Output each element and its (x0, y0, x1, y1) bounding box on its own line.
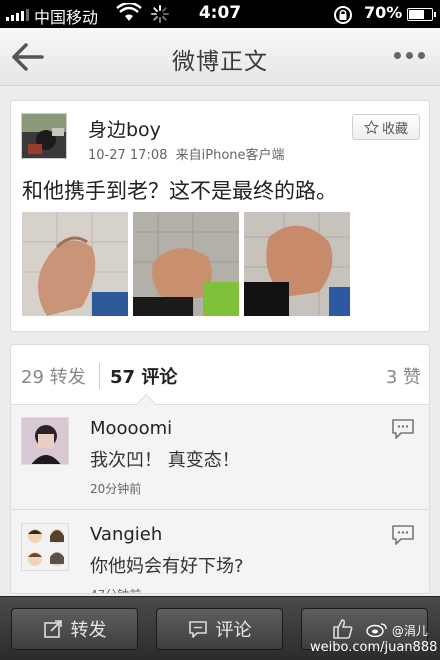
watermark-handle-text: @涓儿 (391, 624, 428, 638)
comment-author[interactable]: Moooomi (90, 418, 172, 439)
comment-time: 47分钟前 (90, 586, 141, 593)
post-photo-1[interactable] (22, 212, 128, 316)
more-icon (394, 52, 401, 59)
battery-icon (407, 8, 436, 21)
post-photo-2[interactable] (133, 212, 239, 316)
favorite-label: 收藏 (381, 121, 408, 137)
post-time: 10-27 17:08 (88, 148, 168, 163)
tab-likes[interactable]: 3 赞 (386, 363, 421, 389)
list-item[interactable]: Vangieh 你他妈会有好下场? 47分钟前 (11, 511, 429, 593)
comment-time: 20分钟前 (90, 482, 142, 496)
comment-list: Moooomi 我次凹！ 真变态！ 20分钟前 Vangieh 你他妈会有好下场… (11, 405, 429, 593)
post-source: 来自iPhone客户端 (175, 148, 285, 163)
post-photo-3[interactable] (244, 212, 350, 316)
page-title: 微博正文 (172, 49, 268, 75)
watermark-handle: @涓儿 (366, 622, 428, 639)
comment-bubble-icon (392, 419, 414, 439)
comment-button[interactable]: 评论 (156, 608, 283, 650)
comment-label: 评论 (215, 620, 252, 641)
tab-comments[interactable]: 57 评论 (110, 363, 177, 389)
tab-divider (99, 363, 100, 389)
rotation-lock-icon (332, 4, 354, 30)
post-meta: 10-27 17:08 来自iPhone客户端 (88, 144, 285, 163)
comment-author[interactable]: Vangieh (90, 524, 162, 545)
battery-percent: 70% (364, 3, 403, 22)
post-username[interactable]: 身边boy (88, 115, 161, 142)
interaction-panel: 29 转发 57 评论 3 赞 Moooomi 我次凹！ 真变态！ 20分钟前 … (10, 344, 430, 594)
list-item[interactable]: Moooomi 我次凹！ 真变态！ 20分钟前 (11, 405, 429, 510)
tab-reposts[interactable]: 29 转发 (21, 363, 86, 389)
comment-icon (188, 621, 207, 638)
nav-bar: 微博正文 (0, 28, 440, 86)
thumbs-up-icon (333, 619, 353, 639)
favorite-button[interactable]: 收藏 (352, 114, 420, 140)
avatar[interactable] (21, 417, 69, 465)
comment-text: 你他妈会有好下场? (90, 556, 244, 577)
repost-icon (43, 620, 62, 638)
star-icon (363, 119, 379, 134)
post-content: 和他携手到老？这不是最终的路。 (22, 179, 337, 203)
watermark-url: weibo.com/juan888 (310, 640, 438, 655)
reply-button[interactable] (391, 418, 415, 440)
weibo-logo-icon (366, 623, 387, 638)
avatar[interactable] (21, 523, 69, 571)
more-button[interactable] (394, 52, 425, 59)
comment-bubble-icon (392, 525, 414, 545)
repost-label: 转发 (70, 620, 107, 641)
comment-text: 我次凹！ 真变态！ (90, 450, 240, 471)
status-bar: 中国移动 4:07 70% (0, 0, 440, 28)
avatar[interactable] (21, 113, 67, 159)
reply-button[interactable] (391, 524, 415, 546)
repost-button[interactable]: 转发 (11, 608, 138, 650)
interaction-tabs: 29 转发 57 评论 3 赞 (11, 345, 429, 405)
post-card: 身边boy 10-27 17:08 来自iPhone客户端 收藏 和他携手到老？… (10, 100, 430, 332)
